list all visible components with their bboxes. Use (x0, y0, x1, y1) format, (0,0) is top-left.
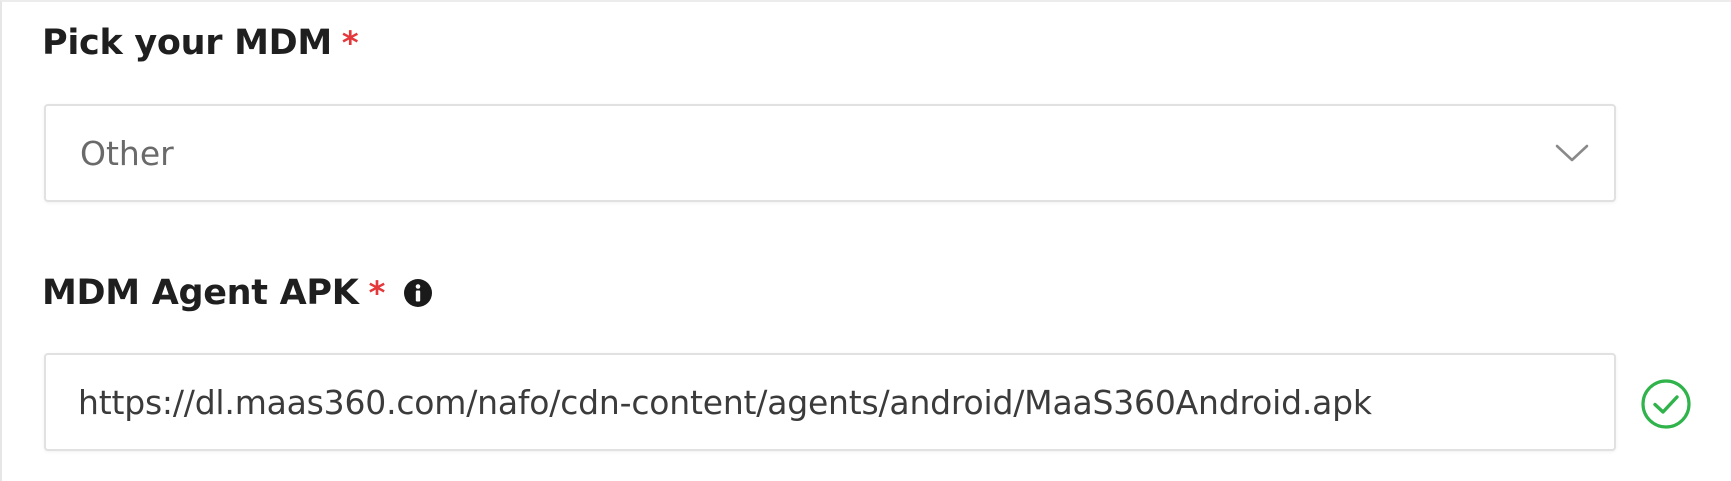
apk-url-field[interactable] (44, 353, 1616, 451)
mdm-agent-apk-label-text: MDM Agent APK (42, 273, 359, 313)
required-marker: * (341, 24, 359, 62)
pick-mdm-label-text: Pick your MDM (42, 23, 332, 63)
required-marker: * (368, 274, 386, 312)
mdm-agent-apk-label: MDM Agent APK * (42, 268, 433, 318)
mdm-select[interactable]: Other (44, 104, 1616, 202)
mdm-select-value: Other (80, 133, 174, 173)
mdm-settings-panel: Pick your MDM * Other MDM Agent APK * (0, 0, 1731, 481)
apk-url-input[interactable] (78, 355, 1578, 449)
pick-mdm-label: Pick your MDM * (42, 18, 359, 68)
check-circle-icon (1638, 376, 1694, 432)
chevron-down-icon[interactable] (1554, 135, 1590, 171)
info-icon[interactable] (403, 278, 433, 308)
